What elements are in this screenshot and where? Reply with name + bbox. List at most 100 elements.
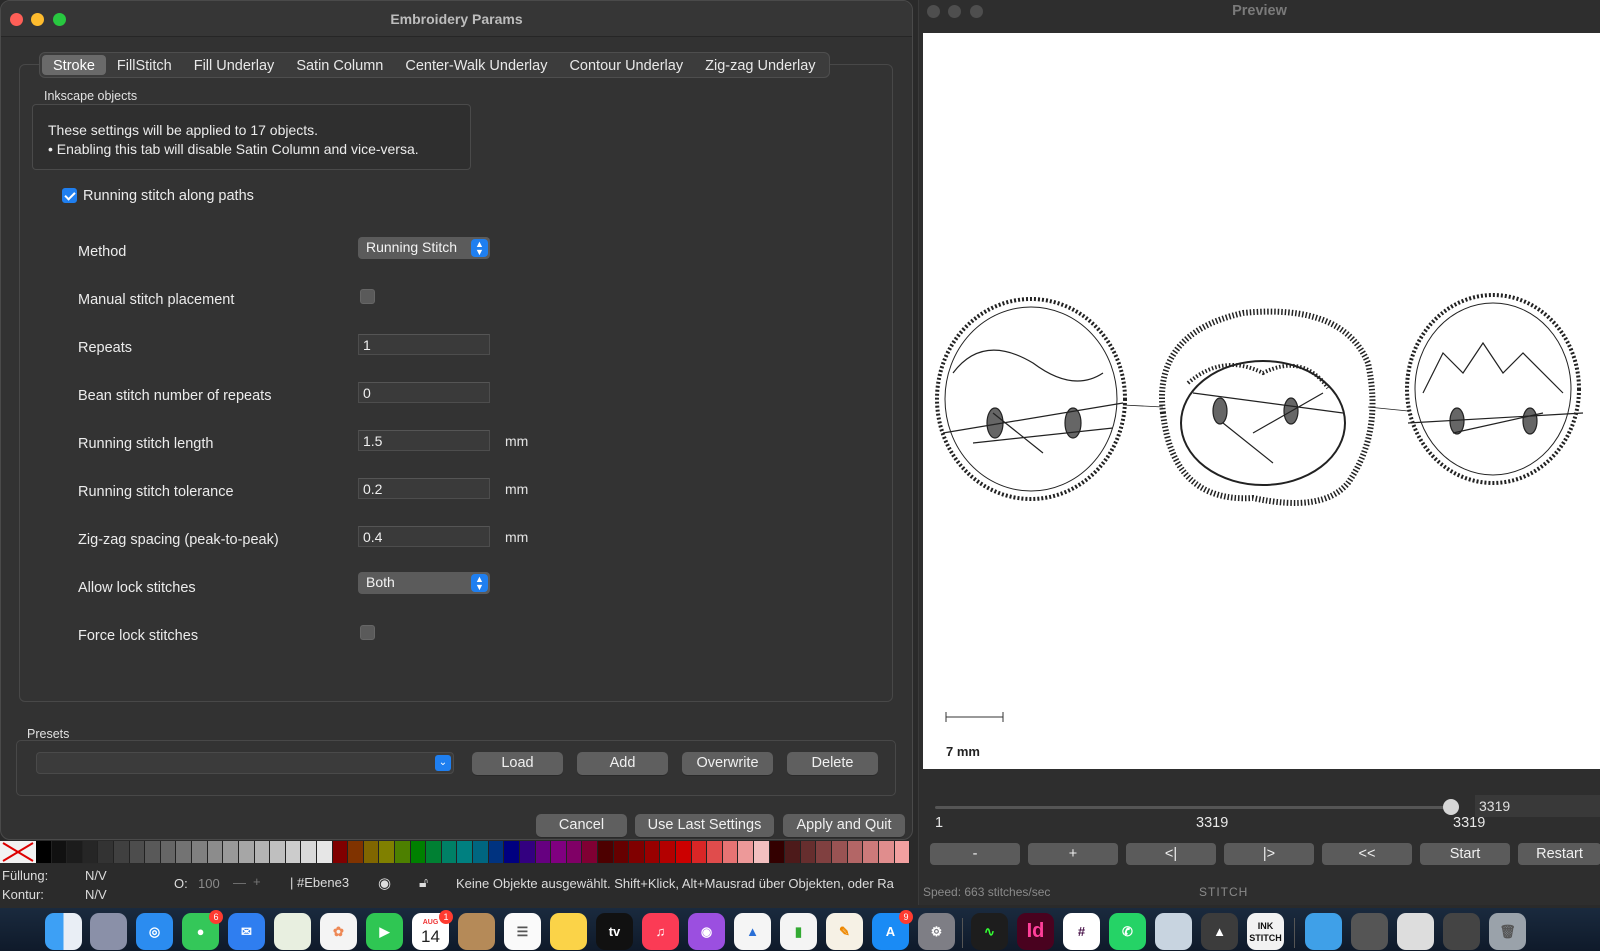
color-swatch[interactable] xyxy=(207,841,224,863)
color-swatch[interactable] xyxy=(348,841,364,863)
color-swatch[interactable] xyxy=(613,841,630,863)
speed-down-button[interactable]: - xyxy=(930,843,1020,865)
color-swatch[interactable] xyxy=(535,841,552,863)
fill-value[interactable]: N/V xyxy=(85,868,107,883)
color-swatch[interactable] xyxy=(457,841,474,863)
stroke-value[interactable]: N/V xyxy=(85,887,107,902)
tab-fillstitch[interactable]: FillStitch xyxy=(106,55,183,75)
color-swatch[interactable] xyxy=(270,841,286,863)
mail-icon[interactable]: ✉ xyxy=(228,913,265,950)
preset-combo[interactable]: ⌄ xyxy=(36,752,454,774)
preset-overwrite-button[interactable]: Overwrite xyxy=(682,752,773,775)
color-swatch[interactable] xyxy=(769,841,786,863)
force-lock-checkbox[interactable] xyxy=(360,625,375,640)
step-forward-button[interactable]: |> xyxy=(1224,843,1314,865)
system-settings-icon[interactable]: ⚙ xyxy=(918,913,955,950)
color-swatch[interactable] xyxy=(301,841,317,863)
color-swatch[interactable] xyxy=(551,841,567,863)
color-swatch[interactable] xyxy=(629,841,645,863)
manual-stitch-checkbox[interactable] xyxy=(360,289,375,304)
window-thumbnail-icon[interactable] xyxy=(1351,913,1388,950)
eye-icon[interactable]: ◉ xyxy=(378,874,391,892)
tab-stroke[interactable]: Stroke xyxy=(42,55,106,75)
preset-delete-button[interactable]: Delete xyxy=(787,752,878,775)
zigzag-spacing-input[interactable] xyxy=(358,526,490,547)
finder-icon[interactable] xyxy=(45,913,82,950)
inkscape-icon[interactable]: ▲ xyxy=(1201,913,1238,950)
color-swatch[interactable] xyxy=(722,841,739,863)
keynote-icon[interactable]: ▲ xyxy=(734,913,771,950)
stitch-slider-track[interactable] xyxy=(935,806,1447,809)
color-swatch[interactable] xyxy=(660,841,676,863)
color-swatch[interactable] xyxy=(426,841,442,863)
repeats-input[interactable] xyxy=(358,334,490,355)
color-swatch[interactable] xyxy=(98,841,115,863)
color-swatch[interactable] xyxy=(82,841,99,863)
pages-icon[interactable]: ✎ xyxy=(826,913,863,950)
inkstitch-icon[interactable]: INK STITCH xyxy=(1247,913,1284,950)
color-swatch[interactable] xyxy=(36,841,52,863)
window-thumbnail-icon[interactable] xyxy=(1443,913,1480,950)
bean-repeats-input[interactable] xyxy=(358,382,490,403)
color-swatch[interactable] xyxy=(816,841,833,863)
start-button[interactable]: Start xyxy=(1420,843,1510,865)
color-swatch[interactable] xyxy=(114,841,130,863)
color-swatch[interactable] xyxy=(332,841,349,863)
allow-lock-select[interactable]: Both ▲ ▼ xyxy=(358,572,490,594)
opacity-value[interactable]: 100 xyxy=(198,876,220,891)
indesign-icon[interactable]: Id xyxy=(1017,913,1054,950)
cancel-button[interactable]: Cancel xyxy=(536,814,627,837)
color-swatch[interactable] xyxy=(316,841,333,863)
activity-monitor-icon[interactable]: ∿ xyxy=(971,913,1008,950)
reminders-icon[interactable]: ☰ xyxy=(504,913,541,950)
color-swatch[interactable] xyxy=(473,841,489,863)
running-length-input[interactable] xyxy=(358,430,490,451)
launchpad-icon[interactable] xyxy=(90,913,127,950)
color-swatch[interactable] xyxy=(129,841,146,863)
stitch-preview-canvas[interactable]: 7 mm xyxy=(923,33,1600,769)
color-swatch[interactable] xyxy=(738,841,755,863)
safari-icon[interactable]: ◎ xyxy=(136,913,173,950)
opacity-minus-icon[interactable]: — xyxy=(233,875,246,890)
stitch-number-field[interactable]: 3319 xyxy=(1475,795,1600,817)
color-swatch[interactable] xyxy=(67,841,83,863)
color-swatch[interactable] xyxy=(441,841,458,863)
color-swatch[interactable] xyxy=(160,841,177,863)
notes-icon[interactable] xyxy=(550,913,587,950)
enable-stroke-checkbox[interactable] xyxy=(62,188,77,203)
step-back-button[interactable]: <| xyxy=(1126,843,1216,865)
color-swatch[interactable] xyxy=(878,841,895,863)
color-swatch[interactable] xyxy=(566,841,583,863)
preset-add-button[interactable]: Add xyxy=(577,752,668,775)
use-last-settings-button[interactable]: Use Last Settings xyxy=(635,814,774,837)
whatsapp-icon[interactable]: ✆ xyxy=(1109,913,1146,950)
color-swatch[interactable] xyxy=(863,841,879,863)
method-select[interactable]: Running Stitch ▲ ▼ xyxy=(358,237,490,259)
color-swatch[interactable] xyxy=(176,841,193,863)
color-swatch[interactable] xyxy=(238,841,255,863)
color-swatch[interactable] xyxy=(145,841,161,863)
color-swatch[interactable] xyxy=(894,841,911,863)
color-swatch[interactable] xyxy=(363,841,380,863)
color-swatch[interactable] xyxy=(832,841,848,863)
slack-icon[interactable]: # xyxy=(1063,913,1100,950)
running-tolerance-input[interactable] xyxy=(358,478,490,499)
podcasts-icon[interactable]: ◉ xyxy=(688,913,725,950)
color-swatch[interactable] xyxy=(800,841,817,863)
photos-icon[interactable]: ✿ xyxy=(320,913,357,950)
color-swatch[interactable] xyxy=(691,841,708,863)
apple-tv-icon[interactable]: tv xyxy=(596,913,633,950)
tab-satin-column[interactable]: Satin Column xyxy=(285,55,394,75)
preset-load-button[interactable]: Load xyxy=(472,752,563,775)
color-swatch[interactable] xyxy=(410,841,427,863)
tab-contour-underlay[interactable]: Contour Underlay xyxy=(558,55,694,75)
no-paint-swatch[interactable] xyxy=(0,841,36,863)
color-swatch[interactable] xyxy=(785,841,801,863)
color-swatch[interactable] xyxy=(582,841,598,863)
color-swatch[interactable] xyxy=(504,841,520,863)
tab-fill-underlay[interactable]: Fill Underlay xyxy=(183,55,286,75)
color-swatch[interactable] xyxy=(488,841,505,863)
lock-icon[interactable]: 🔓︎ xyxy=(419,874,428,891)
color-swatch[interactable] xyxy=(847,841,864,863)
rewind-button[interactable]: << xyxy=(1322,843,1412,865)
